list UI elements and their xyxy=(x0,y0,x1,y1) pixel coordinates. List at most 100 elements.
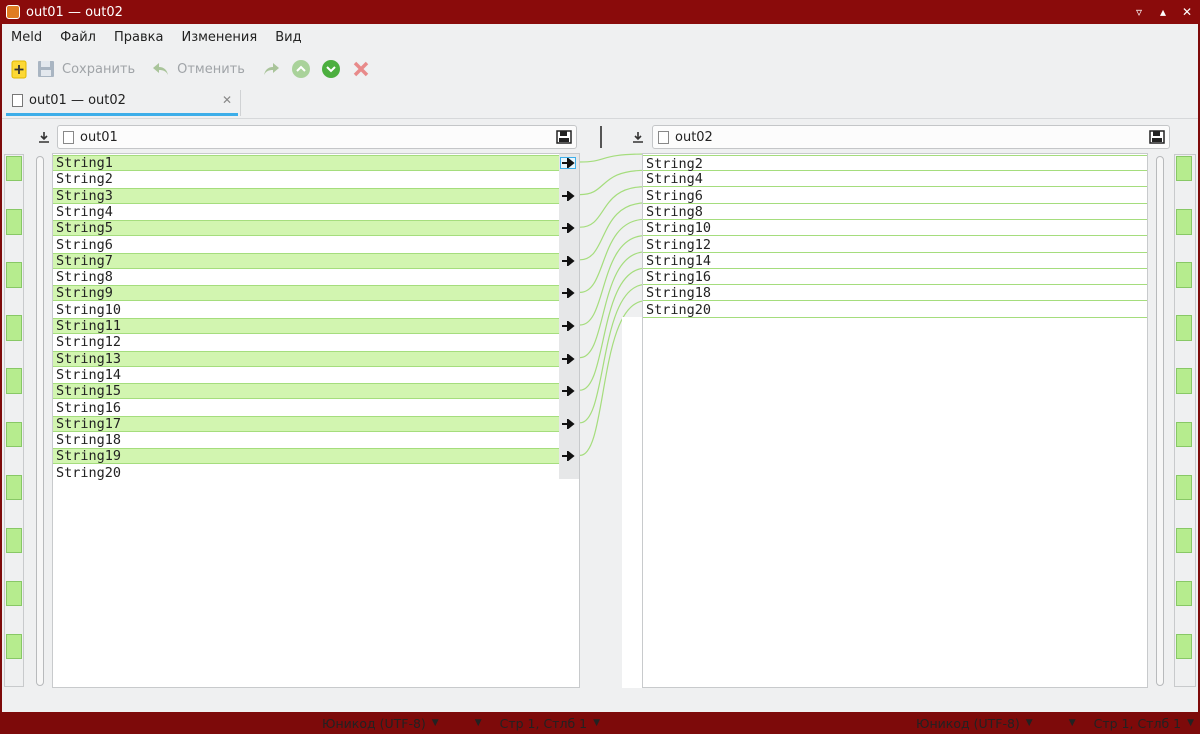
redo-icon xyxy=(263,63,279,75)
left-scrollbar[interactable] xyxy=(36,156,44,686)
left-encoding-select[interactable]: Юникод (UTF-8) ▼ xyxy=(322,716,439,731)
right-encoding-label: Юникод (UTF-8) xyxy=(916,715,1020,731)
right-cursor-position[interactable]: Стр 1, Стлб 1 ▼ xyxy=(1094,716,1194,731)
left-text-file-icon xyxy=(63,130,74,144)
left-path-field[interactable]: out01 xyxy=(57,125,577,149)
stop-button[interactable] xyxy=(351,59,371,79)
left-save-file-icon[interactable] xyxy=(556,129,572,149)
undo-button[interactable]: Отменить xyxy=(151,59,245,79)
title-bar: out01 — out02 ▿ ▴ ✕ xyxy=(0,0,1200,24)
left-line: String5 xyxy=(53,220,559,237)
left-newline-select[interactable]: ▼ xyxy=(469,718,482,728)
left-cursor-position[interactable]: Стр 1, Стлб 1 ▼ xyxy=(500,716,600,731)
chevron-down-icon: ▼ xyxy=(1187,718,1195,728)
right-line: String12 xyxy=(643,237,1147,253)
left-line: String20 xyxy=(56,464,122,481)
diff-link-curve xyxy=(579,153,646,163)
right-change-map[interactable] xyxy=(1174,154,1196,687)
menu-changes[interactable]: Изменения xyxy=(172,30,266,45)
right-line: String6 xyxy=(643,188,1147,204)
menu-bar: Meld Файл Правка Изменения Вид xyxy=(2,24,1198,50)
menu-meld[interactable]: Meld xyxy=(2,30,51,45)
change-marker[interactable] xyxy=(6,421,22,447)
left-line: String13 xyxy=(53,350,559,367)
close-tab-icon[interactable]: ✕ xyxy=(222,93,232,107)
save-button[interactable]: Сохранить xyxy=(36,59,135,79)
stop-icon xyxy=(353,61,369,77)
left-line: String12 xyxy=(56,334,122,351)
right-path-field[interactable]: out02 xyxy=(652,125,1170,149)
left-encoding-label: Юникод (UTF-8) xyxy=(322,715,426,731)
right-line: String20 xyxy=(643,302,1147,318)
right-line: String2 xyxy=(643,155,1147,172)
file-row-divider xyxy=(600,126,602,148)
left-status-bar: Юникод (UTF-8) ▼ ▼ Стр 1, Стлб 1 ▼ xyxy=(322,712,600,734)
change-marker[interactable] xyxy=(1176,209,1192,235)
right-newline-select[interactable]: ▼ xyxy=(1063,718,1076,728)
left-filename: out01 xyxy=(80,129,118,145)
right-encoding-select[interactable]: Юникод (UTF-8) ▼ xyxy=(916,716,1033,731)
link-blank-area xyxy=(622,317,642,688)
right-status-bar: Юникод (UTF-8) ▼ ▼ Стр 1, Стлб 1 ▼ xyxy=(916,712,1194,734)
change-marker[interactable] xyxy=(1176,474,1192,501)
right-scrollbar[interactable] xyxy=(1156,156,1164,686)
change-marker[interactable] xyxy=(6,262,22,288)
change-marker[interactable] xyxy=(6,315,22,341)
window-title: out01 — out02 xyxy=(26,4,123,20)
previous-change-icon xyxy=(291,60,310,78)
change-marker[interactable] xyxy=(1176,262,1192,288)
right-save-file-icon[interactable] xyxy=(1149,129,1165,149)
right-open-file-icon[interactable] xyxy=(630,129,646,145)
right-text-file-icon xyxy=(658,130,669,144)
close-window-icon[interactable]: ✕ xyxy=(1180,5,1194,19)
change-marker[interactable] xyxy=(6,527,22,554)
left-line: String11 xyxy=(53,318,559,334)
left-line: String1 xyxy=(53,155,559,171)
tab-separator xyxy=(240,90,241,116)
change-marker[interactable] xyxy=(6,580,22,607)
minimize-icon[interactable]: ▿ xyxy=(1132,5,1146,19)
meld-app-icon xyxy=(6,5,20,19)
left-line: String16 xyxy=(56,399,122,416)
menu-edit[interactable]: Правка xyxy=(105,30,172,45)
new-comparison-button[interactable] xyxy=(10,59,28,79)
previous-change-button[interactable] xyxy=(291,59,311,79)
left-line: String7 xyxy=(53,252,559,269)
next-change-button[interactable] xyxy=(321,59,341,79)
change-marker[interactable] xyxy=(1176,527,1192,554)
left-line: String18 xyxy=(56,432,122,449)
change-marker[interactable] xyxy=(1176,368,1192,394)
change-marker[interactable] xyxy=(6,368,22,394)
menu-view[interactable]: Вид xyxy=(266,30,310,45)
menu-file[interactable]: Файл xyxy=(51,30,105,45)
diff-link-curve xyxy=(579,169,646,196)
left-position-label: Стр 1, Стлб 1 xyxy=(499,715,588,731)
change-marker[interactable] xyxy=(6,209,22,235)
right-text-pane[interactable]: String2 String4 String6 String8 String10 Stri… xyxy=(642,153,1148,688)
change-marker[interactable] xyxy=(6,474,22,501)
change-marker[interactable] xyxy=(1176,421,1192,447)
change-marker[interactable] xyxy=(6,633,22,660)
change-marker[interactable] xyxy=(1176,156,1192,182)
maximize-icon[interactable]: ▴ xyxy=(1156,5,1170,19)
left-file-row xyxy=(36,124,52,150)
change-marker[interactable] xyxy=(6,156,22,182)
new-comparison-icon xyxy=(11,60,27,79)
change-marker[interactable] xyxy=(1176,580,1192,607)
right-line: String10 xyxy=(643,220,1147,237)
left-change-map[interactable] xyxy=(4,154,24,687)
left-line: String3 xyxy=(53,187,559,204)
redo-button[interactable] xyxy=(261,59,281,79)
right-file-row xyxy=(630,124,646,150)
tab-label: out01 — out02 xyxy=(29,93,126,108)
tab-comparison[interactable]: out01 — out02 ✕ xyxy=(6,88,238,116)
left-open-file-icon[interactable] xyxy=(36,129,52,145)
left-text-pane[interactable]: String1 String2 String3 String4 String5 Strin… xyxy=(52,153,580,688)
change-marker[interactable] xyxy=(1176,315,1192,341)
left-line: String17 xyxy=(53,415,559,432)
change-marker[interactable] xyxy=(1176,633,1192,660)
right-position-label: Стр 1, Стлб 1 xyxy=(1093,715,1182,731)
chevron-down-icon: ▼ xyxy=(1025,718,1033,728)
chevron-down-icon: ▼ xyxy=(431,718,439,728)
chevron-down-icon: ▼ xyxy=(474,718,482,728)
